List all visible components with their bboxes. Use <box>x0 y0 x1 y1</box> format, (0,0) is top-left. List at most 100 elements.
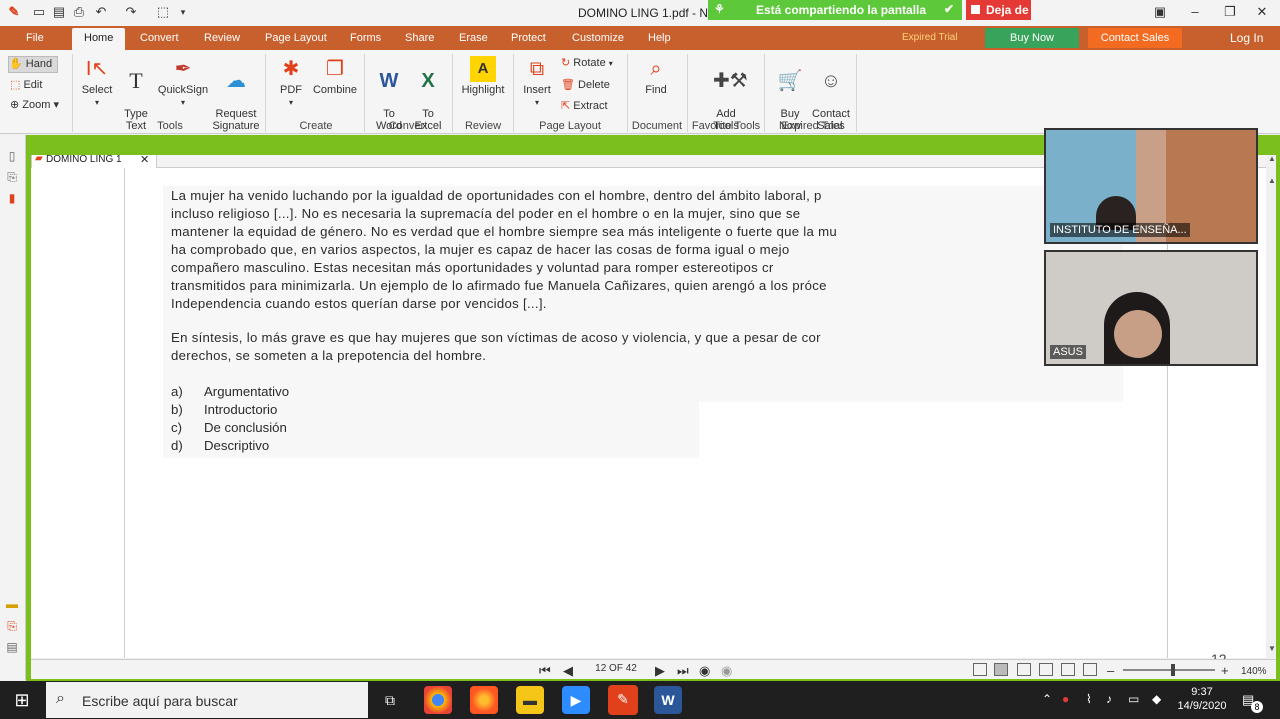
battery-icon[interactable]: ▭ <box>1128 692 1139 706</box>
extract-button[interactable]: ⇱ Extract <box>561 99 608 112</box>
find-button[interactable]: ⌕ Find <box>638 56 674 96</box>
minimize-icon[interactable]: – <box>1185 4 1205 20</box>
signatures-panel-icon[interactable]: ⎘ <box>5 619 19 633</box>
tab-protect[interactable]: Protect <box>511 32 546 44</box>
stop-share-button[interactable]: Deja de <box>966 0 1031 20</box>
windows-start-icon[interactable]: ⊞ <box>0 681 44 719</box>
word-app-icon[interactable]: W <box>654 686 682 714</box>
last-page-icon[interactable]: ⏭ <box>677 663 689 679</box>
video-tile-participant-1[interactable]: INSTITUTO DE ENSEÑA... <box>1044 128 1258 244</box>
comments-panel-icon[interactable]: ▬ <box>5 597 19 611</box>
pages-panel-icon[interactable]: ▯ <box>5 149 19 163</box>
undo-icon[interactable]: ↶ <box>92 4 110 20</box>
option-letter: d) <box>171 438 183 453</box>
paragraph-line: derechos, se someten a la prepotencia de… <box>171 348 487 363</box>
pen-sign-icon: ✒ <box>174 58 192 80</box>
participant-name: INSTITUTO DE ENSEÑA... <box>1050 223 1190 237</box>
zoom-tool-button[interactable]: ⊕ Zoom ▾ <box>10 98 59 111</box>
chrome-icon[interactable] <box>424 686 452 714</box>
fullscreen-icon[interactable] <box>1083 663 1097 676</box>
print-icon[interactable]: ⎙ <box>70 4 88 20</box>
delete-button[interactable]: 🗑 Delete <box>561 78 610 91</box>
ribbon-display-icon[interactable]: ▣ <box>1150 4 1170 20</box>
option-text: Introductorio <box>204 402 278 417</box>
first-page-icon[interactable]: ⏮ <box>539 663 551 679</box>
quicksign-button[interactable]: ✒ QuickSign ▾ <box>156 56 210 108</box>
dropbox-icon[interactable]: ◆ <box>1152 692 1161 706</box>
ribbon-divider <box>513 54 514 132</box>
close-icon[interactable]: ✕ <box>1252 4 1272 20</box>
document-tab-label: DOMINO LING 1 <box>46 154 122 165</box>
customize-quick-access-icon[interactable]: ▾ <box>174 4 192 20</box>
wifi-icon[interactable]: ⌇ <box>1086 692 1092 706</box>
nitro-pdf-icon[interactable]: ✎ <box>608 685 638 715</box>
stop-square-icon <box>971 5 980 14</box>
attachments-panel-icon[interactable]: ▮ <box>5 191 19 205</box>
grid-view-icon[interactable] <box>1039 663 1053 676</box>
bookmarks-panel-icon[interactable]: ⎘ <box>5 170 19 184</box>
save-icon[interactable]: ▤ <box>50 4 68 20</box>
facing-view-icon[interactable] <box>1017 663 1031 676</box>
option-letter: c) <box>171 420 182 435</box>
hand-tool-button[interactable]: ✋ Hand <box>8 56 58 73</box>
create-pdf-button[interactable]: ✱ PDF ▾ <box>274 56 308 108</box>
zoom-level[interactable]: 140% <box>1241 666 1267 677</box>
taskbar-search-box[interactable]: ⌕ Escribe aquí para buscar <box>46 682 368 718</box>
page-indicator[interactable]: 12 OF 42 <box>591 663 641 674</box>
tab-convert[interactable]: Convert <box>140 32 179 44</box>
back-view-icon[interactable]: ◉ <box>699 663 710 679</box>
select-button[interactable]: I↖ Select ▾ <box>78 56 116 108</box>
video-tile-participant-2[interactable]: ASUS <box>1044 250 1258 366</box>
hand-label: Hand <box>25 58 53 70</box>
login-link[interactable]: Log In <box>1230 31 1263 45</box>
tab-customize[interactable]: Customize <box>572 32 624 44</box>
tab-help[interactable]: Help <box>648 32 671 44</box>
new-pdf-icon: ✱ <box>282 58 300 80</box>
task-view-icon[interactable]: ⧉ <box>376 686 404 714</box>
request-signature-button[interactable]: ☁ Request Signature <box>210 56 262 132</box>
highlight-icon: A <box>470 56 496 82</box>
contact-sales-button[interactable]: Contact Sales <box>1088 28 1182 48</box>
tab-share[interactable]: Share <box>405 32 434 44</box>
sync-icon[interactable]: ● <box>1062 692 1069 706</box>
continuous-view-icon[interactable] <box>994 663 1008 676</box>
tab-forms[interactable]: Forms <box>350 32 381 44</box>
edit-tool-button[interactable]: ⬚ Edit <box>10 78 42 91</box>
select-tool-icon[interactable]: ⬚ <box>154 4 172 20</box>
zoom-out-icon[interactable]: – <box>1107 663 1114 678</box>
tab-page-layout[interactable]: Page Layout <box>265 32 327 44</box>
tab-review[interactable]: Review <box>204 32 240 44</box>
open-folder-icon[interactable]: ▭ <box>30 4 48 20</box>
edit-icon: ⬚ <box>10 79 21 91</box>
firefox-icon[interactable] <box>470 686 498 714</box>
paragraph-line: En síntesis, lo más grave es que hay muj… <box>171 330 821 345</box>
zoom-in-icon[interactable]: + <box>1221 663 1229 678</box>
show-hidden-icons-icon[interactable]: ⌃ <box>1042 692 1052 706</box>
tab-home[interactable]: Home <box>72 28 126 50</box>
group-label-expired-trial: Expired Trial <box>781 120 843 132</box>
ribbon-divider <box>72 54 73 132</box>
redo-icon[interactable]: ↷ <box>122 4 140 20</box>
next-page-icon[interactable]: ▶ <box>655 663 665 679</box>
insert-button[interactable]: ⧉ Insert ▾ <box>518 56 556 108</box>
rotate-button[interactable]: ↻ Rotate ▾ <box>561 56 613 69</box>
single-page-view-icon[interactable] <box>973 663 987 676</box>
buy-now-button[interactable]: Buy Now <box>985 28 1079 48</box>
tab-erase[interactable]: Erase <box>459 32 488 44</box>
share-frame-right <box>1276 135 1280 680</box>
highlight-button[interactable]: A Highlight <box>456 56 510 96</box>
combine-button[interactable]: ❐ Combine <box>310 56 360 96</box>
option-text: Descriptivo <box>204 438 270 453</box>
forward-view-icon[interactable]: ◉ <box>721 663 732 679</box>
output-panel-icon[interactable]: ▤ <box>5 640 19 654</box>
system-clock[interactable]: 9:37 14/9/2020 <box>1172 685 1232 713</box>
tab-file[interactable]: File <box>26 32 44 44</box>
previous-page-icon[interactable]: ◀ <box>563 663 573 679</box>
fit-page-icon[interactable] <box>1061 663 1075 676</box>
zoom-app-icon[interactable]: ▶ <box>562 686 590 714</box>
file-explorer-icon[interactable]: ▬ <box>516 686 544 714</box>
zoom-slider-handle[interactable] <box>1171 664 1175 676</box>
restore-icon[interactable]: ❐ <box>1220 4 1240 20</box>
zoom-slider[interactable] <box>1123 664 1215 676</box>
volume-icon[interactable]: ♪ <box>1106 692 1112 706</box>
